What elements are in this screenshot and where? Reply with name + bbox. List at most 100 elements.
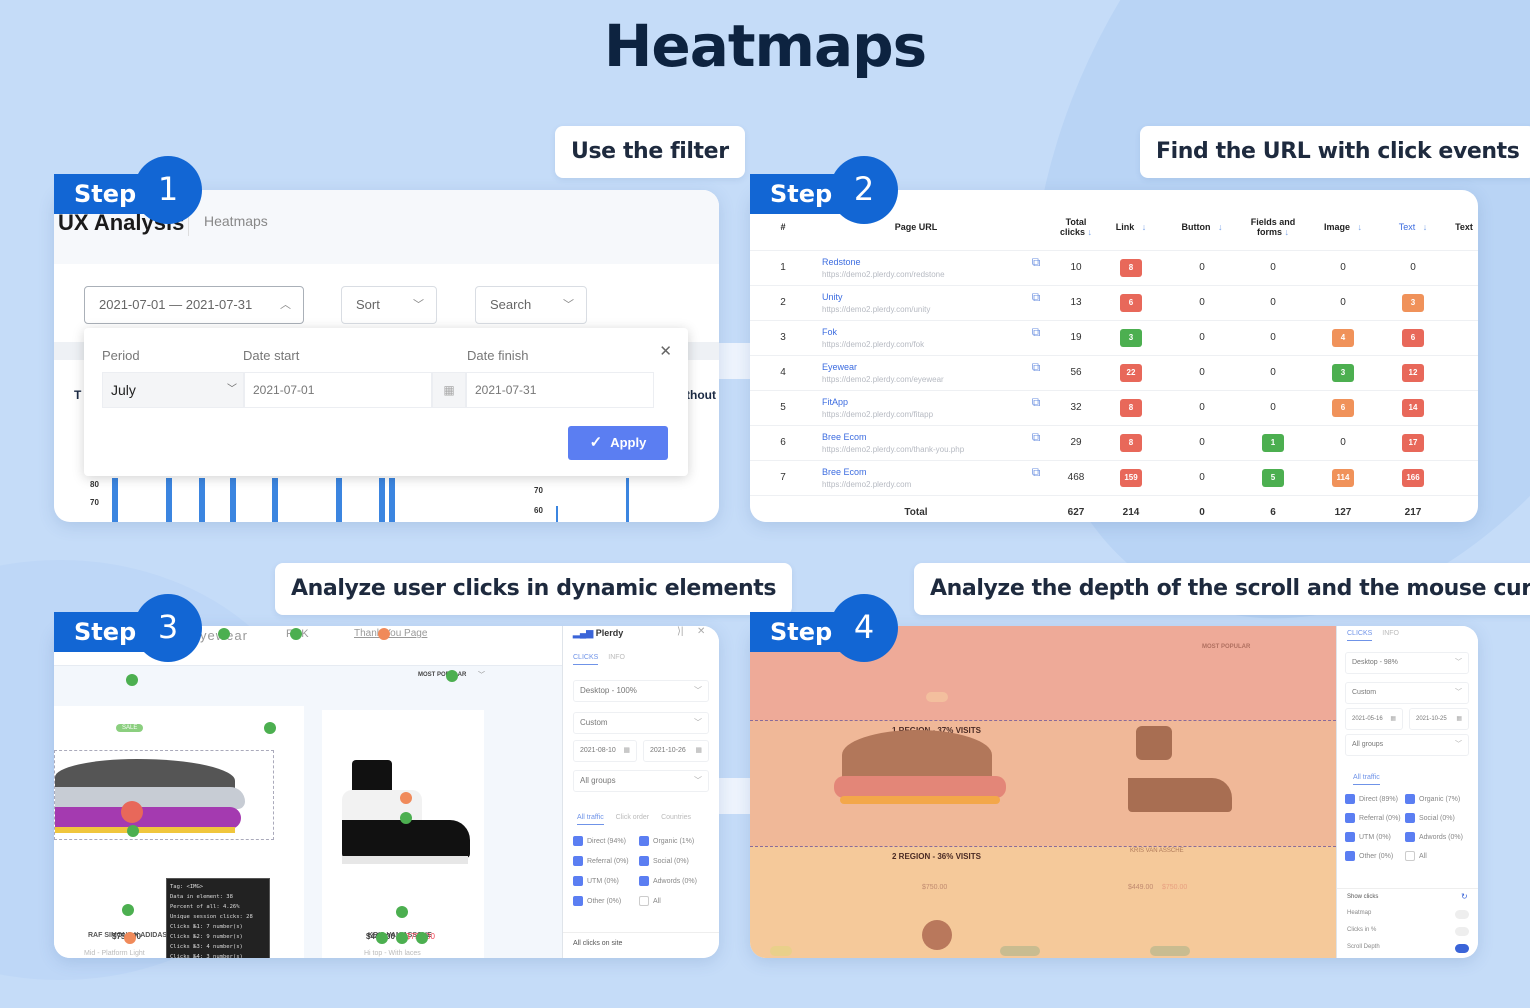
period-select[interactable]: Custom ﹀ [1345,682,1469,704]
col-fields-forms[interactable]: Fields and forms ↓ [1238,204,1308,250]
traffic-checkbox[interactable]: Organic (7%) [1405,794,1460,804]
traffic-checkbox[interactable]: All [639,896,661,906]
sort-arrow-icon[interactable]: ↓ [1423,222,1428,232]
external-link-icon[interactable]: ⧉ [1032,360,1041,374]
sort-arrow-icon[interactable]: ↓ [1218,222,1223,232]
table-row[interactable]: 7 Bree Ecom https://demo2.plerdy.com ⧉ 468 15… [750,459,1478,495]
click-marker [122,904,134,916]
table-cell: 0 [1238,249,1308,285]
traffic-checkbox[interactable]: UTM (0%) [573,876,619,886]
sort-dropdown[interactable]: MOST POPULAR [1202,644,1250,650]
tab-all-traffic[interactable]: All traffic [577,814,604,825]
date-range-select[interactable]: 2021-07-01 — 2021-07-31 ︿ [84,286,304,324]
period-label: Period [102,348,140,363]
chart-bar [199,478,205,522]
table-row[interactable]: 3 Fok https://demo2.plerdy.com/fok ⧉ 19 3 0 0 4 6 [750,319,1478,355]
sort-arrow-icon[interactable]: ↓ [1358,222,1363,232]
sort-arrow-icon[interactable]: ↓ [1088,227,1093,237]
device-select[interactable]: Desktop - 100% ﹀ [573,680,709,702]
table-row[interactable]: 4 Eyewear https://demo2.plerdy.com/eyewear… [750,354,1478,390]
page-url-cell: Bree Ecom https://demo2.plerdy.com [816,459,1016,495]
product-card[interactable]: KRIS VAN ASSCHE Hi top - With laces [322,710,484,958]
col-total-clicks[interactable]: Total clicks ↓ [1056,204,1096,250]
groups-select[interactable]: All groups ﹀ [573,770,709,792]
date-from-input[interactable]: 2021-05-16 ▦ [1345,708,1403,730]
close-icon[interactable]: ✕ [659,342,672,360]
col-image[interactable]: Image ↓ [1308,204,1378,250]
date-start-input[interactable]: 2021-07-01 [244,372,432,408]
table-row[interactable]: 1 Redstone https://demo2.plerdy.com/redsto… [750,249,1478,285]
period-select[interactable]: July ﹀ [102,372,244,408]
calendar-icon[interactable]: ▦ [432,372,466,408]
external-link-cell: ⧉ [1016,354,1056,390]
search-select[interactable]: Search ﹀ [475,286,587,324]
page-name-link[interactable]: Bree Ecom [822,432,1016,442]
toggle-switch[interactable] [1455,927,1469,936]
step-label: Step [770,618,833,646]
traffic-checkbox[interactable]: Other (0%) [1345,851,1393,861]
page-name-link[interactable]: Fok [822,327,1016,337]
breadcrumb-heatmaps[interactable]: Heatmaps [204,213,268,229]
plerdy-logo: ▂▄▆ Plerdy [573,628,623,639]
col-text[interactable]: Text ↓ [1378,204,1448,250]
traffic-checkbox[interactable]: Organic (1%) [639,836,694,846]
table-row[interactable]: 2 Unity https://demo2.plerdy.com/unity ⧉ 13 6… [750,284,1478,320]
traffic-checkbox[interactable]: Direct (89%) [1345,794,1398,804]
traffic-checkbox[interactable]: Referral (0%) [1345,813,1401,823]
traffic-checkbox[interactable]: Social (0%) [639,856,689,866]
sort-select[interactable]: Sort ﹀ [341,286,437,324]
col-button[interactable]: Button ↓ [1166,204,1238,250]
toggle-switch[interactable] [1455,910,1469,919]
external-link-icon[interactable]: ⧉ [1032,395,1041,409]
tab-countries[interactable]: Countries [661,814,691,821]
close-icon[interactable]: ✕ [697,626,705,637]
tab-clicks[interactable]: CLICKS [1347,630,1373,641]
page-name-link[interactable]: FitApp [822,397,1016,407]
external-link-icon[interactable]: ⧉ [1032,325,1041,339]
external-link-icon[interactable]: ⧉ [1032,290,1041,304]
traffic-checkbox[interactable]: Referral (0%) [573,856,629,866]
page-name-link[interactable]: Redstone [822,257,1016,267]
external-link-icon[interactable]: ⧉ [1032,430,1041,444]
tab-all-traffic[interactable]: All traffic [1353,774,1380,785]
nav-link-thank-you[interactable]: Thank You Page [354,628,427,639]
external-link-icon[interactable]: ⧉ [1032,255,1041,269]
tab-info[interactable]: INFO [608,654,625,661]
chat-icon[interactable] [922,920,952,950]
table-row[interactable]: 5 FitApp https://demo2.plerdy.com/fitapp ⧉ 3… [750,389,1478,425]
external-link-icon[interactable]: ⧉ [1032,465,1041,479]
traffic-checkbox[interactable]: Direct (94%) [573,836,626,846]
sort-arrow-icon[interactable]: ↓ [1142,222,1147,232]
sort-dropdown[interactable]: MOST POPULAR [418,672,466,678]
traffic-checkbox[interactable]: Social (0%) [1405,813,1455,823]
traffic-checkbox[interactable]: Adwords (0%) [1405,832,1463,842]
tab-info[interactable]: INFO [1382,630,1399,637]
apply-button[interactable]: ✓ Apply [568,426,668,460]
col-link[interactable]: Link ↓ [1096,204,1166,250]
click-count-badge: 4 [1332,328,1354,347]
tab-click-order[interactable]: Click order [616,814,649,821]
page-name-link[interactable]: Eyewear [822,362,1016,372]
device-select[interactable]: Desktop - 98% ﹀ [1345,652,1469,674]
traffic-checkbox[interactable]: All [1405,851,1427,861]
checkbox-label: Referral (0%) [1359,814,1401,822]
date-finish-input[interactable]: 2021-07-31 [466,372,654,408]
sort-arrow-icon[interactable]: ↓ [1285,227,1290,237]
date-to-input[interactable]: 2021-10-25 ▦ [1409,708,1469,730]
traffic-checkbox[interactable]: Adwords (0%) [639,876,697,886]
table-row[interactable]: 6 Bree Ecom https://demo2.plerdy.com/thank… [750,424,1478,460]
date-to-input[interactable]: 2021-10-26 ▦ [643,740,709,762]
collapse-icon[interactable]: ⟩| [677,626,684,637]
refresh-icon[interactable]: ↻ [1461,892,1468,901]
date-from-input[interactable]: 2021-08-10 ▦ [573,740,637,762]
tab-clicks[interactable]: CLICKS [573,654,599,665]
traffic-checkbox[interactable]: Other (0%) [573,896,621,906]
table-cell: 0 [1166,424,1238,460]
page-name-link[interactable]: Unity [822,292,1016,302]
toggle-switch[interactable] [1455,944,1469,953]
groups-select[interactable]: All groups ﹀ [1345,734,1469,756]
col-text-2[interactable]: Text [1448,204,1478,250]
page-name-link[interactable]: Bree Ecom [822,467,1016,477]
traffic-checkbox[interactable]: UTM (0%) [1345,832,1391,842]
period-select[interactable]: Custom ﹀ [573,712,709,734]
